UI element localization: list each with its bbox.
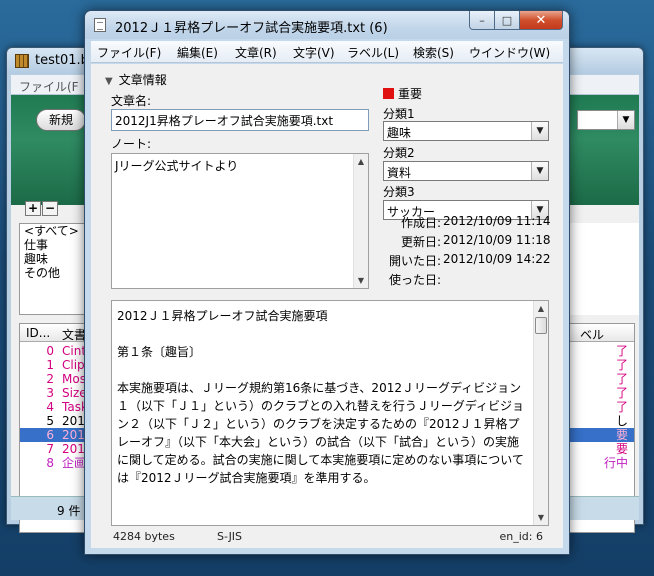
document-paragraph: 2012Ｊ１昇格プレーオフ試合実施要項 [117,309,328,323]
row-label: 要 [615,428,628,442]
menu-bar: ファイル(F) 編集(E) 文章(R) 文字(V) ラベル(L) 検索(S) ウ… [91,41,563,63]
used-label: 使った日: [388,273,441,287]
background-right-panel [565,223,639,315]
created-label: 作成日: [400,216,441,230]
document-name-input[interactable]: 2012J1昇格プレーオフ試合実施要項.txt [111,109,369,131]
row-id: 5 [46,414,54,428]
note-textarea[interactable]: Jリーグ公式サイトより ▲ ▼ [111,153,369,289]
important-flag[interactable]: 重要 [383,85,422,102]
minimize-button[interactable]: – [469,11,495,30]
class2-label: 分類2 [383,146,415,160]
label-buttons: + − [25,201,59,216]
document-paragraph: 本実施要項は、Ｊリーグ規約第16条に基づき、2012Ｊリーグディビジョン１（以下… [117,381,525,485]
important-marker-icon [383,88,394,99]
row-id: 8 [46,456,54,470]
row-label: 了 [615,400,628,414]
class2-select[interactable]: 資料 ▼ [383,161,549,181]
updated-label: 更新日: [400,235,441,249]
row-id: 1 [46,358,54,372]
document-text: 2012Ｊ１昇格プレーオフ試合実施要項 第１条〔趣旨〕 本実施要項は、Ｊリーグ規… [117,307,529,487]
class3-label: 分類3 [383,185,415,199]
document-body-editor[interactable]: 2012Ｊ１昇格プレーオフ試合実施要項 第１条〔趣旨〕 本実施要項は、Ｊリーグ規… [111,300,549,526]
document-info-title: 文章情報 [118,73,167,87]
scroll-down-icon[interactable]: ▼ [354,273,368,288]
note-label: ノート: [111,137,152,151]
menu-label[interactable]: ラベル(L) [347,44,399,61]
column-header-id[interactable]: ID... [26,326,50,340]
row-label: 行中 [603,456,628,470]
document-info-header[interactable]: ▼ 文章情報 [105,71,167,88]
class1-value: 趣味 [387,126,412,140]
document-window[interactable]: 2012Ｊ１昇格プレーオフ試合実施要項.txt (6) – □ ✕ ファイル(F… [84,10,570,555]
row-label: 了 [615,386,628,400]
menu-search[interactable]: 検索(S) [413,44,454,61]
row-id: 6 [46,428,54,442]
opened-value: 2012/10/09 14:22 [443,252,551,266]
document-paragraph: 第１条〔趣旨〕 [117,345,202,359]
column-header-title[interactable]: 文書 [62,326,86,343]
scroll-up-icon[interactable]: ▲ [534,301,548,316]
row-label: 了 [615,372,628,386]
opened-label: 開いた日: [388,254,441,268]
class1-label: 分類1 [383,107,415,121]
chevron-down-icon: ▼ [617,111,634,129]
scroll-thumb[interactable] [535,317,547,334]
row-label: 了 [615,344,628,358]
row-id: 3 [46,386,54,400]
maximize-button[interactable]: □ [495,11,520,30]
caption-buttons: – □ ✕ [469,11,563,30]
file-size: 4284 bytes [113,530,175,543]
document-count: 9 件 [57,504,81,518]
row-label: し [615,414,628,428]
row-label: 了 [615,358,628,372]
row-id: 0 [46,344,54,358]
updated-value: 2012/10/09 11:18 [443,233,551,247]
close-button[interactable]: ✕ [520,11,563,30]
background-window-title: test01.b [35,53,89,68]
class1-select[interactable]: 趣味 ▼ [383,121,549,141]
note-text: Jリーグ公式サイトより [115,159,239,173]
document-scrollbar[interactable]: ▲ ▼ [533,301,548,525]
row-id: 7 [46,442,54,456]
class2-value: 資料 [387,166,412,180]
chevron-down-icon[interactable]: ▼ [531,162,548,180]
menu-document[interactable]: 文章(R) [235,44,277,61]
window-title: 2012Ｊ１昇格プレーオフ試合実施要項.txt (6) [115,21,388,36]
app-icon [15,54,29,68]
new-button[interactable]: 新規 [36,109,86,131]
column-header-label[interactable]: ベル [580,326,604,343]
document-name-label: 文章名: [111,94,152,108]
collapse-triangle-icon: ▼ [105,76,113,87]
remove-label-button[interactable]: − [42,201,58,216]
scroll-down-icon[interactable]: ▼ [534,510,548,525]
document-client-area: ▼ 文章情報 文章名: 2012J1昇格プレーオフ試合実施要項.txt ノート: … [91,64,563,548]
row-label: 要 [615,442,628,456]
note-scrollbar[interactable]: ▲ ▼ [353,154,368,288]
menu-edit[interactable]: 編集(E) [177,44,218,61]
important-label: 重要 [398,87,423,101]
document-id: en_id: 6 [499,530,543,543]
row-title: Size [62,386,87,400]
encoding: S-JIS [217,530,243,543]
document-icon [94,18,106,32]
background-combo[interactable]: ▼ [577,110,635,130]
row-title: 企画 [62,456,87,470]
chevron-down-icon[interactable]: ▼ [531,122,548,140]
row-title: Cint [62,344,87,358]
status-bar: 4284 bytes S-JIS en_id: 6 [91,528,563,548]
menu-file[interactable]: ファイル(F) [97,44,161,61]
add-label-button[interactable]: + [25,201,41,216]
row-id: 2 [46,372,54,386]
row-id: 4 [46,400,54,414]
menu-text[interactable]: 文字(V) [293,44,335,61]
title-bar[interactable]: 2012Ｊ１昇格プレーオフ試合実施要項.txt (6) – □ ✕ [85,11,569,39]
scroll-up-icon[interactable]: ▲ [354,154,368,169]
created-value: 2012/10/09 11:14 [443,214,551,228]
background-menu-file[interactable]: ファイル(F [19,78,79,95]
menu-window[interactable]: ウインドウ(W) [469,44,550,61]
